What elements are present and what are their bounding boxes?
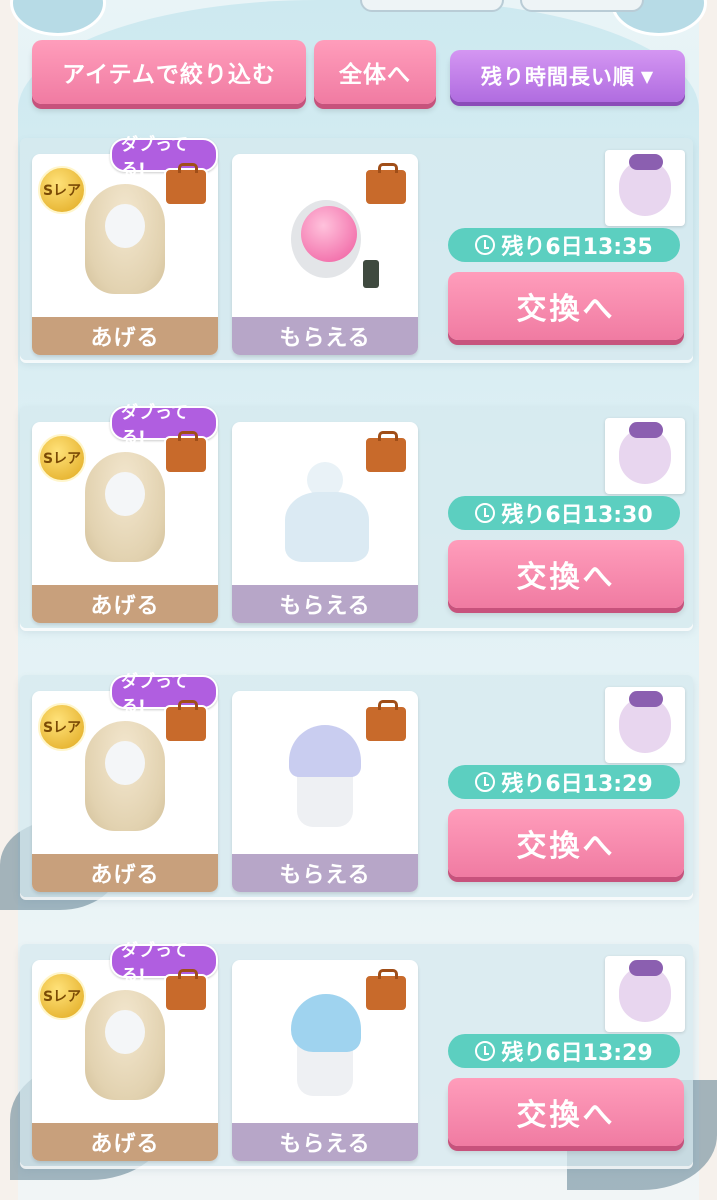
twin-tail-hair-icon [77,184,173,304]
duplicate-badge: ダブってる! [110,403,218,448]
twin-tail-hair-icon [77,721,173,841]
duplicate-badge: ダブってる! [110,135,218,180]
exchange-button[interactable]: 交換へ [448,540,684,608]
get-label: もらえる [232,1123,418,1161]
top-tab-pill[interactable] [520,0,644,12]
twin-tail-hair-icon [77,452,173,572]
top-tab-pill[interactable] [360,0,504,12]
sort-dropdown[interactable]: 残り時間長い順 ▼ [450,50,685,102]
time-remaining-text: 残り6日13:35 [501,235,653,260]
time-remaining-badge: 残り6日13:29 [448,765,680,799]
trader-avatar[interactable] [605,687,685,763]
clock-icon [475,772,496,792]
get-label: もらえる [232,585,418,623]
get-item-tile[interactable]: もらえる [232,154,418,355]
toolbar: アイテムで絞り込む 全体へ 残り時間長い順 ▼ [32,40,685,110]
clock-icon [475,503,496,523]
time-remaining-text: 残り6日13:29 [501,772,653,797]
give-label: あげる [32,854,218,892]
exchange-button[interactable]: 交換へ [448,809,684,877]
filter-by-item-button[interactable]: アイテムで絞り込む [32,40,306,104]
time-remaining-badge: 残り6日13:29 [448,1034,680,1068]
chevron-down-icon: ▼ [640,66,655,86]
clock-icon [475,1041,496,1061]
give-label: あげる [32,317,218,355]
get-label: もらえる [232,854,418,892]
trader-avatar[interactable] [605,956,685,1032]
exchange-button[interactable]: 交換へ [448,1078,684,1146]
view-all-button[interactable]: 全体へ [314,40,436,104]
give-item-tile[interactable]: ダブってる! Sレア あげる [32,941,218,1161]
give-label: あげる [32,1123,218,1161]
give-label: あげる [32,585,218,623]
get-item-tile[interactable]: もらえる [232,691,418,892]
get-item-tile[interactable]: もらえる [232,422,418,623]
give-item-tile[interactable]: ダブってる! Sレア あげる [32,135,218,355]
time-remaining-badge: 残り6日13:35 [448,228,680,262]
trader-avatar[interactable] [605,418,685,494]
dress-icon [277,452,373,572]
sort-dropdown-label: 残り時間長い順 [480,65,635,89]
trader-avatar[interactable] [605,150,685,226]
clock-icon [475,235,496,255]
trade-listing: ダブってる! Sレア あげる もらえる 残り6日13:29 交換へ [20,672,693,897]
blue-hair-icon [277,990,373,1110]
background-frame-left [0,0,18,1200]
time-remaining-text: 残り6日13:30 [501,503,653,528]
give-item-tile[interactable]: ダブってる! Sレア あげる [32,672,218,892]
trade-listing: ダブってる! Sレア あげる もらえる 残り6日13:30 交換へ [20,403,693,628]
trade-listing: ダブってる! Sレア あげる もらえる 残り6日13:35 交換へ [20,135,693,360]
get-label: もらえる [232,317,418,355]
knit-hat-icon [277,721,373,841]
time-remaining-badge: 残り6日13:30 [448,496,680,530]
get-item-tile[interactable]: もらえる [232,960,418,1161]
emblem-left-icon [10,0,106,36]
exchange-button[interactable]: 交換へ [448,272,684,340]
chair-icon [277,184,379,304]
duplicate-badge: ダブってる! [110,941,218,986]
time-remaining-text: 残り6日13:29 [501,1041,653,1066]
duplicate-badge: ダブってる! [110,672,218,717]
twin-tail-hair-icon [77,990,173,1110]
give-item-tile[interactable]: ダブってる! Sレア あげる [32,403,218,623]
background-frame-right [699,0,717,1200]
trade-listing: ダブってる! Sレア あげる もらえる 残り6日13:29 交換へ [20,941,693,1166]
